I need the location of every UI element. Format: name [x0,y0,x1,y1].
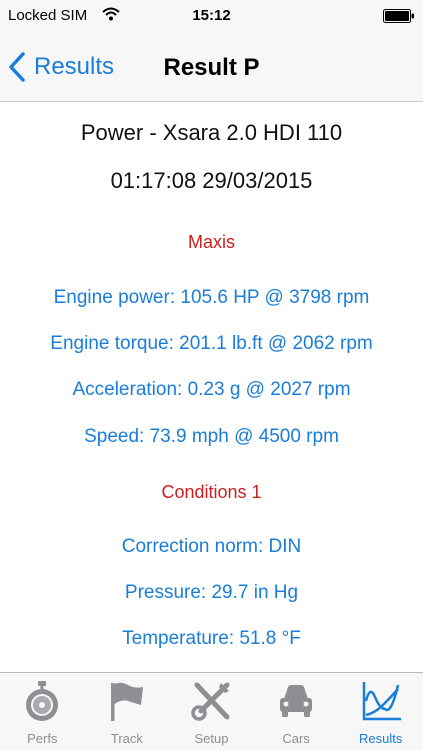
section-title-conditions: Conditions 1 [161,482,262,502]
car-icon [280,685,313,717]
maxis-row: Speed: 73.9 mph @ 4500 rpm [84,426,339,447]
tab-cars[interactable]: Cars [254,673,339,750]
status-bar: Locked SIM 15:12 [0,0,423,32]
tab-label: Perfs [27,731,58,746]
tab-results[interactable]: Results [338,673,423,750]
result-content: Power - Xsara 2.0 HDI 110 01:17:08 29/03… [0,103,423,672]
tab-label: Results [358,731,403,746]
page-title: Result P [163,54,260,81]
maxis-row: Acceleration: 0.23 g @ 2027 rpm [72,379,351,400]
tools-icon [191,682,230,721]
tab-label: Cars [282,731,310,746]
conditions-row: Correction norm: DIN [121,536,302,557]
tab-setup[interactable]: Setup [169,673,254,750]
section-title-maxis: Maxis [187,232,235,252]
battery-icon [383,9,414,23]
stopwatch-icon [26,681,59,721]
tab-label: Track [110,731,143,746]
tab-label: Setup [194,731,229,746]
tab-perfs[interactable]: Perfs [0,673,85,750]
chart-icon [362,682,401,721]
conditions-row: Pressure: 29.7 in Hg [124,582,299,603]
tab-track[interactable]: Track [85,673,170,750]
maxis-row: Engine torque: 201.1 lb.ft @ 2062 rpm [50,333,373,354]
flag-icon [110,682,143,721]
conditions-row: Temperature: 51.8 °F [122,628,301,649]
result-name: Power - Xsara 2.0 HDI 110 [80,120,343,145]
navigation-bar: Results Result P [0,32,423,102]
tab-bar: Perfs Track Setup Cars Results [0,672,423,750]
maxis-row: Engine power: 105.6 HP @ 3798 rpm [53,287,370,308]
result-datetime: 01:17:08 29/03/2015 [110,168,313,193]
status-time: 15:12 [192,7,231,24]
